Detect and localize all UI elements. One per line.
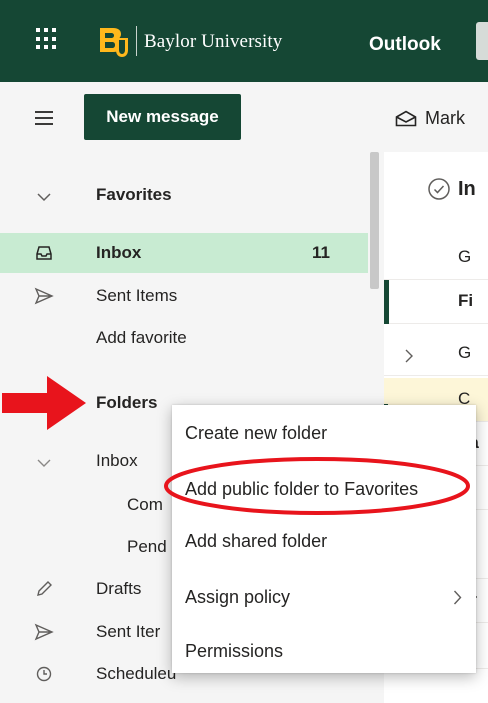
message-item[interactable]: Fi	[384, 280, 488, 324]
folders-label: Folders	[96, 393, 158, 412]
new-message-button[interactable]: New message	[84, 94, 241, 140]
menu-item-label: Create new folder	[185, 423, 328, 443]
menu-item-permissions[interactable]: Permissions	[172, 627, 476, 675]
message-item[interactable]: G	[384, 236, 488, 280]
select-all-check-icon[interactable]	[426, 176, 452, 202]
message-sender: G	[458, 247, 472, 266]
menu-item-label: Permissions	[185, 641, 284, 661]
menu-item-add-shared-folder[interactable]: Add shared folder	[172, 517, 476, 565]
app-title[interactable]: Outlook	[369, 34, 441, 56]
top-bar: Baylor University Outlook	[0, 0, 488, 82]
folder-sent-label: Sent Iter	[96, 622, 161, 641]
message-sender: G	[458, 343, 472, 362]
folder-pend-label: Pend	[127, 537, 167, 556]
chevron-right-icon	[453, 590, 462, 605]
menu-item-label: Assign policy	[185, 587, 291, 607]
brand-separator	[136, 26, 137, 56]
favorite-item-sent[interactable]: Sent Items	[0, 276, 368, 316]
pencil-icon	[37, 581, 52, 596]
favorites-header[interactable]: Favorites	[0, 175, 368, 215]
folder-context-menu: Create new folder Add public folder to F…	[172, 405, 476, 673]
favorites-label: Favorites	[96, 185, 172, 204]
favorite-sent-label: Sent Items	[96, 286, 178, 305]
folder-drafts-label: Drafts	[96, 579, 142, 598]
favorite-inbox-label: Inbox	[96, 243, 142, 262]
red-ellipse-annotation	[164, 457, 470, 515]
clock-icon	[36, 666, 52, 682]
app-launcher-icon[interactable]	[36, 28, 58, 50]
menu-item-assign-policy[interactable]: Assign policy	[172, 573, 476, 621]
mark-as-read-button[interactable]: Mark	[425, 108, 465, 129]
command-bar: New message Mark	[0, 82, 488, 152]
inbox-icon	[36, 246, 52, 260]
envelope-open-icon[interactable]	[395, 110, 417, 127]
red-arrow-annotation	[2, 376, 86, 430]
unread-count-badge: 11	[312, 243, 330, 262]
unread-indicator	[384, 280, 389, 324]
menu-item-create-new-folder[interactable]: Create new folder	[172, 409, 476, 457]
message-item[interactable]: G	[384, 332, 488, 376]
search-box[interactable]	[476, 22, 488, 60]
folder-scheduled-label: Scheduleu	[96, 664, 177, 683]
send-icon	[34, 287, 54, 305]
baylor-logo-icon	[100, 28, 128, 57]
nav-scrollbar-thumb[interactable]	[370, 152, 379, 289]
add-favorite-link[interactable]: Add favorite	[0, 318, 368, 358]
chevron-down-icon[interactable]	[34, 187, 54, 207]
menu-item-label: Add shared folder	[185, 531, 328, 551]
favorite-item-inbox[interactable]: Inbox 11	[0, 233, 368, 273]
folder-inbox-label: Inbox	[96, 451, 138, 470]
chevron-down-icon[interactable]	[34, 453, 54, 473]
brand-name[interactable]: Baylor University	[144, 31, 282, 53]
message-list-title: In	[458, 178, 476, 200]
add-favorite-label: Add favorite	[96, 328, 187, 347]
message-sender: Fi	[458, 291, 474, 310]
chevron-right-icon[interactable]	[404, 349, 414, 363]
send-icon	[34, 623, 54, 641]
hamburger-menu-icon[interactable]	[35, 111, 53, 125]
folder-com-label: Com	[127, 495, 163, 514]
